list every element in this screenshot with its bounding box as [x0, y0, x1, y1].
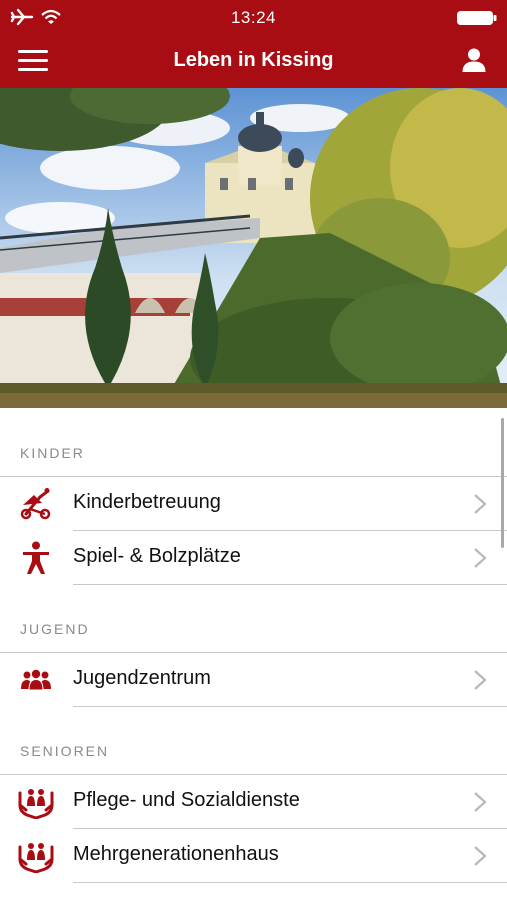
section-header-jugend: JUGEND — [20, 621, 90, 637]
divider — [73, 882, 507, 883]
list-item-spiel-bolzplaetze[interactable]: Spiel- & Bolzplätze — [0, 531, 507, 584]
list-item-label: Spiel- & Bolzplätze — [73, 545, 241, 567]
chevron-right-icon — [474, 846, 487, 866]
divider — [73, 584, 507, 585]
list-item-label: Pflege- und Sozialdienste — [73, 789, 300, 811]
settings-list: KINDER Kinderbetreuung Spiel- & Bolzplät… — [0, 408, 507, 900]
divider — [73, 706, 507, 707]
chevron-right-icon — [474, 494, 487, 514]
hero-image — [0, 88, 507, 408]
status-bar: 13:24 — [0, 0, 507, 34]
group-icon — [21, 669, 51, 691]
nav-bar: Leben in Kissing — [0, 34, 507, 88]
status-time: 13:24 — [230, 8, 277, 27]
list-item-label: Mehrgenerationenhaus — [73, 843, 279, 865]
church-hill-photo — [0, 88, 507, 408]
chevron-right-icon — [474, 548, 487, 568]
list-item-label: Jugendzentrum — [73, 667, 211, 689]
caring-hands-icon — [18, 843, 54, 873]
list-item-pflege-sozialdienste[interactable]: Pflege- und Sozialdienste — [0, 775, 507, 828]
list-item-kinderbetreuung[interactable]: Kinderbetreuung — [0, 477, 507, 530]
list-item-label: Kinderbetreuung — [73, 491, 221, 513]
list-item-mehrgenerationenhaus[interactable]: Mehrgenerationenhaus — [0, 829, 507, 882]
list-item-jugendzentrum[interactable]: Jugendzentrum — [0, 653, 507, 706]
child-figure-icon — [23, 541, 49, 574]
chevron-right-icon — [474, 792, 487, 812]
stroller-icon — [20, 488, 51, 520]
section-header-kinder: KINDER — [20, 445, 85, 461]
caring-hands-icon — [18, 789, 54, 819]
section-header-senioren: SENIOREN — [20, 743, 110, 759]
user-icon[interactable] — [461, 47, 487, 73]
top-bar: 13:24 Leben in Kissing — [0, 0, 507, 88]
page-title: Leben in Kissing — [173, 49, 334, 71]
battery-icon — [457, 11, 497, 25]
scrollbar[interactable] — [501, 418, 504, 548]
chevron-right-icon — [474, 670, 487, 690]
